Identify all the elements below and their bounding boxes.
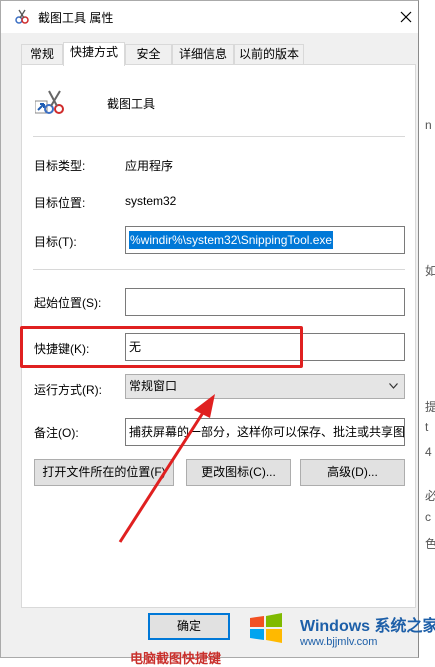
tab-general[interactable]: 常规: [21, 44, 63, 65]
start-in-label: 起始位置(S):: [34, 296, 102, 310]
target-type-label: 目标类型:: [34, 159, 86, 173]
tab-details[interactable]: 详细信息: [172, 44, 234, 65]
watermark-url: www.bjjmlv.com: [300, 636, 378, 648]
side-glyph: n: [425, 118, 432, 132]
red-arrow-annotation: [118, 394, 215, 543]
app-name: 截图工具: [107, 97, 156, 111]
divider: [33, 269, 405, 270]
side-glyph: 色: [425, 537, 435, 551]
target-input[interactable]: %windir%\system32\SnippingTool.exe: [125, 226, 405, 254]
side-glyph: 4: [425, 445, 432, 459]
side-glyph: 提: [425, 400, 435, 414]
advanced-button[interactable]: 高级(D)...: [300, 459, 405, 486]
run-label: 运行方式(R):: [34, 383, 102, 397]
divider: [33, 136, 405, 137]
tab-security[interactable]: 安全: [125, 44, 172, 65]
watermark-title: Windows 系统之家: [300, 618, 435, 635]
snipping-tool-large-icon: [35, 90, 64, 114]
target-label: 目标(T):: [34, 235, 77, 249]
windows-logo-icon: [250, 613, 282, 643]
hotkey-highlight-box: [20, 326, 303, 368]
target-input-value: %windir%\system32\SnippingTool.exe: [129, 231, 334, 249]
side-glyph: 如: [425, 264, 435, 278]
tab-shortcut[interactable]: 快捷方式: [63, 42, 125, 66]
target-type-value: 应用程序: [125, 159, 174, 173]
comment-label: 备注(O):: [34, 426, 79, 440]
start-in-input[interactable]: [125, 288, 405, 316]
background-strip: [419, 0, 435, 658]
target-location-label: 目标位置:: [34, 196, 86, 210]
side-glyph: 必: [425, 489, 435, 503]
target-location-value: system32: [125, 194, 177, 208]
tab-previous-versions[interactable]: 以前的版本: [234, 44, 304, 65]
window-title: 截图工具 属性: [38, 11, 114, 25]
close-icon[interactable]: [397, 8, 415, 26]
chevron-down-icon: [389, 383, 398, 389]
side-glyph: c: [425, 510, 431, 524]
snipping-tool-icon: [15, 9, 29, 24]
ok-button[interactable]: 确定: [148, 613, 230, 640]
watermark: Windows 系统之家 www.bjjmlv.com: [240, 606, 435, 654]
side-glyph: t: [425, 420, 429, 434]
title-bar: 截图工具 属性: [1, 1, 418, 33]
